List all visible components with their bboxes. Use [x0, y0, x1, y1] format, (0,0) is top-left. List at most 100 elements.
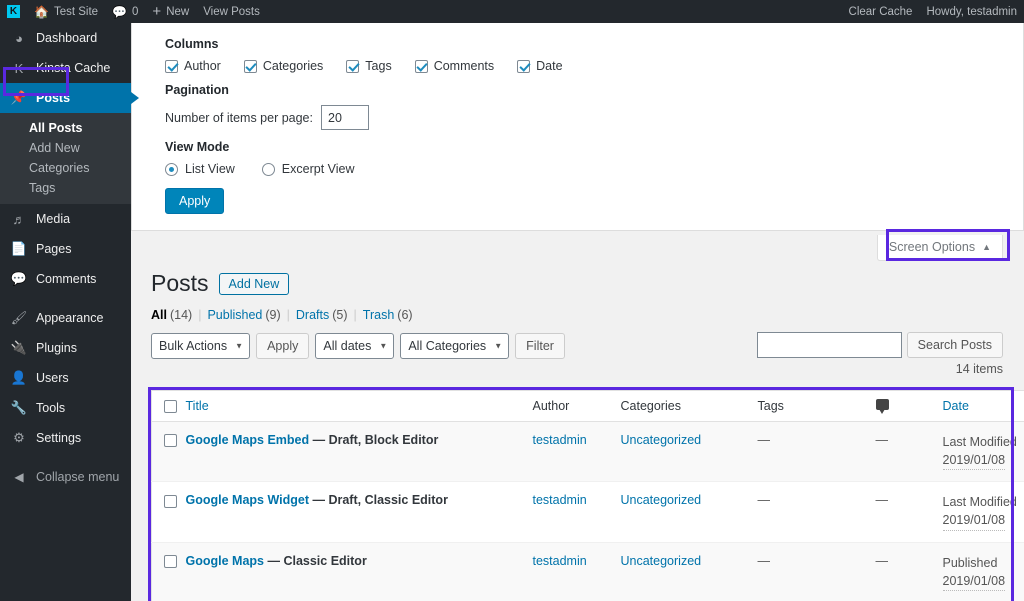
sidebar-item-posts[interactable]: 📌 Posts	[0, 83, 139, 113]
checkbox-icon[interactable]	[414, 59, 428, 73]
checkbox-icon[interactable]	[346, 59, 360, 73]
author-link[interactable]: testadmin	[533, 493, 587, 507]
bulk-apply-button[interactable]: Apply	[256, 332, 310, 359]
sidebar-item-label: Media	[36, 212, 71, 226]
my-account-menu[interactable]: Howdy, testadmin	[919, 0, 1024, 23]
page-title: Posts	[151, 270, 209, 296]
column-toggle-tags[interactable]: Tags	[346, 59, 392, 73]
clear-cache-menu[interactable]: Clear Cache	[842, 0, 920, 23]
status-link-drafts[interactable]: Drafts	[296, 308, 329, 322]
pin-icon: 📌	[10, 90, 28, 105]
kinsta-logo-menu[interactable]: K	[0, 0, 27, 23]
sidebar-item-appearance[interactable]: 🖌 Appearance	[0, 303, 131, 333]
sidebar-item-settings[interactable]: ⚙ Settings	[0, 423, 131, 453]
post-title-link[interactable]: Google Maps Widget	[186, 493, 310, 507]
author-link[interactable]: testadmin	[533, 554, 587, 568]
radio-icon[interactable]	[165, 162, 178, 176]
filter-button[interactable]: Filter	[515, 332, 565, 359]
search-posts-button[interactable]: Search Posts	[906, 331, 1003, 358]
sidebar-item-label: Kinsta Cache	[36, 61, 111, 75]
view-mode-excerpt-view[interactable]: Excerpt View	[261, 162, 355, 176]
date-value: 2019/01/08	[942, 511, 1006, 531]
collapse-menu-button[interactable]: ◀ Collapse menu	[0, 462, 131, 492]
column-label: Comments	[433, 59, 495, 73]
row-checkbox[interactable]	[164, 434, 177, 448]
sidebar-subitem-all-posts[interactable]: All Posts	[0, 118, 131, 138]
row-select-cell[interactable]	[151, 421, 186, 482]
sort-date-link[interactable]: Date	[943, 399, 969, 413]
date-filter-value: All dates	[323, 338, 372, 353]
category-link[interactable]: Uncategorized	[621, 433, 702, 447]
post-title-link[interactable]: Google Maps	[186, 554, 264, 568]
table-row[interactable]: Google Maps Widget — Draft, Classic Edit…	[151, 481, 1024, 543]
sidebar-item-label: Tools	[36, 401, 66, 415]
column-header-title[interactable]: Title	[185, 390, 533, 423]
author-link[interactable]: testadmin	[533, 433, 587, 447]
add-new-post-button[interactable]: Add New	[218, 272, 290, 295]
date-status: Last Modified	[942, 495, 1017, 510]
sidebar-item-dashboard[interactable]: ◕ Dashboard	[0, 23, 131, 53]
column-toggle-categories[interactable]: Categories	[243, 59, 323, 73]
sidebar-subitem-add-new[interactable]: Add New	[0, 138, 131, 158]
row-tags-cell: —	[757, 421, 876, 482]
category-link[interactable]: Uncategorized	[621, 554, 702, 568]
sidebar-item-media[interactable]: ♬ Media	[0, 204, 131, 234]
status-link-all[interactable]: All	[151, 308, 167, 322]
row-checkbox[interactable]	[164, 494, 177, 508]
sidebar-item-tools[interactable]: 🔧 Tools	[0, 393, 131, 423]
column-toggle-author[interactable]: Author	[165, 59, 221, 73]
sidebar-item-plugins[interactable]: 🔌 Plugins	[0, 333, 131, 363]
row-title-cell: Google Maps Embed — Draft, Block Editor	[185, 421, 533, 482]
settings-icon: ⚙	[13, 430, 25, 445]
category-link[interactable]: Uncategorized	[621, 493, 702, 507]
checkbox-icon[interactable]	[165, 59, 178, 73]
select-all-header[interactable]	[151, 390, 186, 423]
sidebar-subitem-tags[interactable]: Tags	[0, 178, 131, 198]
column-toggle-date[interactable]: Date	[517, 59, 563, 73]
column-toggle-comments[interactable]: Comments	[414, 59, 495, 73]
row-checkbox[interactable]	[164, 554, 177, 568]
sidebar-item-kinsta-cache[interactable]: K Kinsta Cache	[0, 53, 131, 83]
date-filter-select[interactable]: All dates ▼	[315, 332, 395, 359]
columns-heading: Columns	[165, 37, 219, 51]
sidebar-item-pages[interactable]: 📄 Pages	[0, 234, 131, 264]
post-title-link[interactable]: Google Maps Embed	[186, 433, 310, 447]
status-count-drafts: (5)	[332, 307, 348, 322]
sort-title-link[interactable]: Title	[186, 399, 209, 413]
media-icon: ♬	[12, 211, 26, 227]
select-all-checkbox[interactable]	[164, 400, 177, 414]
view-mode-list-view[interactable]: List View	[165, 162, 235, 176]
sidebar-item-comments[interactable]: 💬 Comments	[0, 264, 131, 294]
row-comments-cell: —	[875, 421, 943, 482]
table-row[interactable]: Google Maps Embed — Draft, Block Editor …	[151, 421, 1024, 482]
category-filter-select[interactable]: All Categories ▼	[400, 332, 510, 359]
screen-options-apply-button[interactable]: Apply	[165, 188, 225, 214]
comments-bubble-menu[interactable]: 💬 0	[105, 0, 145, 23]
row-categories-cell: Uncategorized	[620, 481, 758, 543]
row-tags-cell: —	[757, 541, 876, 601]
bulk-actions-select[interactable]: Bulk Actions ▼	[151, 332, 251, 359]
row-select-cell[interactable]	[151, 481, 186, 543]
site-name-menu[interactable]: 🏠 Test Site	[27, 0, 105, 23]
sidebar-item-label: Settings	[36, 431, 82, 445]
sidebar-item-label: Comments	[36, 272, 97, 286]
search-input[interactable]	[756, 331, 902, 358]
checkbox-icon[interactable]	[517, 59, 531, 73]
row-select-cell[interactable]	[151, 541, 186, 601]
status-link-trash[interactable]: Trash	[363, 308, 395, 322]
screen-options-button[interactable]: Screen Options ▲	[876, 235, 1003, 261]
checkbox-icon[interactable]	[243, 59, 257, 73]
sidebar-item-users[interactable]: 👤 Users	[0, 363, 131, 393]
status-link-drafts-item: Drafts (5) |	[296, 308, 363, 322]
sidebar-subitem-categories[interactable]: Categories	[0, 158, 131, 178]
new-content-menu[interactable]: + New	[145, 0, 196, 23]
status-link-published[interactable]: Published	[207, 308, 262, 322]
items-per-page-input[interactable]	[321, 105, 369, 130]
row-categories-cell: Uncategorized	[620, 421, 758, 482]
column-header-date[interactable]: Date	[942, 390, 1024, 423]
view-posts-menu[interactable]: View Posts	[196, 0, 267, 23]
posts-table: Title Author Categories Tags Date Google…	[151, 389, 1024, 601]
table-row[interactable]: Google Maps — Classic Editor testadmin U…	[151, 541, 1024, 601]
posts-table-head: Title Author Categories Tags Date	[151, 390, 1024, 423]
radio-icon[interactable]	[261, 162, 275, 176]
